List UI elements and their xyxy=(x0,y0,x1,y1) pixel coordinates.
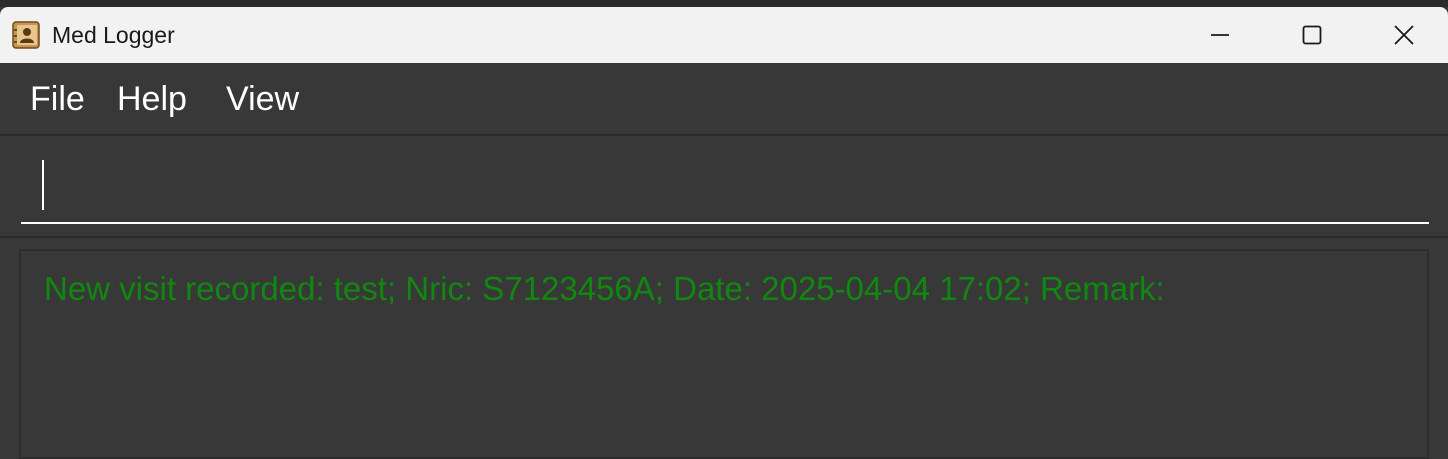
menu-help[interactable]: Help xyxy=(117,79,187,119)
command-box-area xyxy=(0,136,1448,238)
window-title: Med Logger xyxy=(52,22,175,48)
menu-file[interactable]: File xyxy=(30,79,85,119)
result-message: New visit recorded: test; Nric: S7123456… xyxy=(44,270,1165,307)
text-caret xyxy=(42,160,44,210)
title-bar[interactable]: Med Logger xyxy=(0,7,1448,63)
minimize-icon xyxy=(1210,25,1230,45)
close-button[interactable] xyxy=(1358,7,1448,63)
maximize-icon xyxy=(1302,25,1322,45)
menu-view[interactable]: View xyxy=(226,79,299,119)
contact-book-icon xyxy=(12,21,40,49)
minimize-button[interactable] xyxy=(1174,7,1266,63)
window-shadow-edge xyxy=(0,0,1448,7)
result-display: New visit recorded: test; Nric: S7123456… xyxy=(19,249,1429,459)
command-input[interactable] xyxy=(21,148,1429,224)
app-window: Med Logger File Help View New visit reco… xyxy=(0,0,1448,459)
menu-bar: File Help View xyxy=(0,63,1448,136)
maximize-button[interactable] xyxy=(1266,7,1358,63)
close-icon xyxy=(1393,24,1415,46)
